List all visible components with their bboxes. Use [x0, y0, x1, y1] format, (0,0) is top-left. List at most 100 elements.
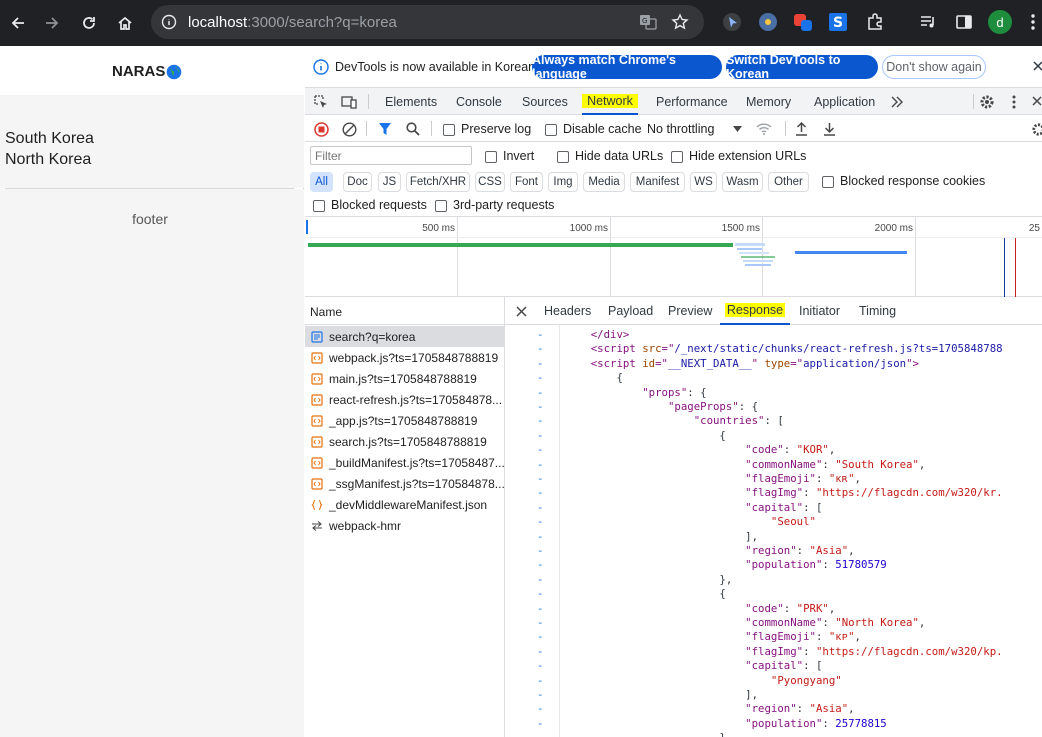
- hide-extension-urls-checkbox[interactable]: Hide extension URLs: [671, 149, 806, 163]
- request-row[interactable]: react-refresh.js?ts=170584878...: [305, 389, 504, 410]
- media-controls-icon[interactable]: [917, 11, 939, 33]
- code-token: "South Korea": [835, 457, 919, 471]
- detail-tab-headers[interactable]: Headers: [544, 297, 591, 325]
- code-line: ],: [565, 530, 758, 545]
- type-filter-media[interactable]: Media: [583, 172, 625, 192]
- invert-checkbox[interactable]: Invert: [485, 149, 534, 163]
- type-filter-all[interactable]: All: [310, 172, 333, 192]
- reload-button[interactable]: [75, 9, 103, 37]
- forward-button[interactable]: [38, 9, 66, 37]
- close-detail-icon[interactable]: [515, 305, 527, 317]
- tab-memory[interactable]: Memory: [746, 88, 791, 115]
- type-filter-js[interactable]: JS: [378, 172, 401, 192]
- home-button[interactable]: [111, 9, 139, 37]
- export-har-icon[interactable]: [821, 121, 837, 137]
- request-row[interactable]: _ssgManifest.js?ts=170584878...: [305, 473, 504, 494]
- detail-tab-initiator[interactable]: Initiator: [799, 297, 840, 325]
- extension-colorpicker-icon[interactable]: [792, 11, 814, 33]
- blocked-cookies-checkbox[interactable]: Blocked response cookies: [822, 174, 985, 188]
- type-filter-manifest[interactable]: Manifest: [630, 172, 685, 192]
- extension-cursor-icon[interactable]: [721, 11, 743, 33]
- tab-elements[interactable]: Elements: [385, 88, 437, 115]
- preserve-log-checkbox[interactable]: Preserve log: [443, 122, 531, 136]
- tab-network[interactable]: Network: [582, 88, 638, 115]
- request-row[interactable]: webpack-hmr: [305, 515, 504, 536]
- request-row[interactable]: main.js?ts=1705848788819: [305, 368, 504, 389]
- more-tabs-icon[interactable]: [889, 94, 905, 110]
- back-button[interactable]: [4, 9, 32, 37]
- type-filter-fetch[interactable]: Fetch/XHR: [406, 172, 470, 192]
- request-row[interactable]: webpack.js?ts=1705848788819: [305, 347, 504, 368]
- network-conditions-icon[interactable]: [755, 121, 773, 137]
- profile-avatar[interactable]: d: [988, 10, 1012, 34]
- code-line: {: [565, 587, 725, 602]
- gutter-marker: -: [537, 414, 544, 428]
- record-stop-icon[interactable]: [313, 121, 329, 137]
- type-filter-wasm[interactable]: Wasm: [722, 172, 763, 192]
- gutter-marker: -: [537, 659, 544, 673]
- extensions-puzzle-icon[interactable]: [864, 11, 886, 33]
- result-item[interactable]: North Korea: [5, 149, 91, 170]
- code-token: ,: [854, 472, 861, 485]
- devtools-menu-icon[interactable]: [1007, 93, 1021, 111]
- code-token: =": [790, 356, 804, 370]
- request-row[interactable]: _devMiddlewareManifest.json: [305, 494, 504, 515]
- request-row[interactable]: _app.js?ts=1705848788819: [305, 410, 504, 431]
- detail-tab-response[interactable]: Response: [720, 297, 790, 325]
- detail-tab-preview[interactable]: Preview: [668, 297, 712, 325]
- filter-input[interactable]: [310, 146, 472, 165]
- close-devtools-icon[interactable]: [1031, 94, 1042, 108]
- filter-funnel-icon[interactable]: [377, 121, 393, 137]
- divider: [785, 121, 786, 136]
- tab-sources[interactable]: Sources: [522, 88, 568, 115]
- translate-icon[interactable]: G: [639, 13, 657, 31]
- third-party-checkbox[interactable]: 3rd-party requests: [435, 198, 554, 212]
- side-panel-icon[interactable]: [953, 11, 975, 33]
- dont-show-again-button[interactable]: Don't show again: [882, 55, 986, 79]
- type-filter-font[interactable]: Font: [510, 172, 543, 192]
- result-item[interactable]: South Korea: [5, 128, 94, 149]
- response-code[interactable]: </div> <script src="/_next/static/chunks…: [561, 325, 1042, 737]
- settings-gear-icon[interactable]: [978, 93, 996, 111]
- request-row[interactable]: search?q=korea: [305, 326, 504, 347]
- match-language-button[interactable]: Always match Chrome's language: [532, 53, 722, 81]
- device-toolbar-icon[interactable]: [341, 94, 357, 110]
- tab-console[interactable]: Console: [456, 88, 502, 115]
- throttling-select[interactable]: No throttling: [647, 122, 747, 136]
- url-text[interactable]: localhost:3000/search?q=korea: [188, 14, 397, 31]
- clear-icon[interactable]: [341, 121, 357, 137]
- switch-language-button[interactable]: Switch DevTools to Korean: [726, 53, 878, 81]
- request-row[interactable]: search.js?ts=1705848788819: [305, 431, 504, 452]
- brand-logo[interactable]: NARAS: [112, 63, 182, 80]
- type-filter-doc[interactable]: Doc: [343, 172, 372, 192]
- type-filter-other[interactable]: Other: [768, 172, 809, 192]
- type-filter-img[interactable]: Img: [548, 172, 578, 192]
- code-token: "pageProps": [667, 400, 739, 413]
- tab-performance[interactable]: Performance: [656, 88, 728, 115]
- import-har-icon[interactable]: [793, 121, 809, 137]
- extension-s-icon[interactable]: S: [827, 11, 849, 33]
- name-column-header[interactable]: Name: [305, 297, 504, 325]
- extension-react-icon[interactable]: [757, 11, 779, 33]
- network-overview[interactable]: 500 ms 1000 ms 1500 ms 2000 ms 25: [305, 216, 1042, 297]
- close-infobar-icon[interactable]: [1032, 60, 1042, 72]
- inspect-element-icon[interactable]: [313, 94, 329, 110]
- gutter-marker: -: [537, 486, 544, 500]
- detail-tab-timing[interactable]: Timing: [859, 297, 896, 325]
- site-info-icon[interactable]: [161, 14, 177, 30]
- network-settings-gear-icon[interactable]: [1030, 121, 1042, 137]
- request-row[interactable]: _buildManifest.js?ts=17058487...: [305, 452, 504, 473]
- disable-cache-checkbox[interactable]: Disable cache: [545, 122, 642, 136]
- address-bar[interactable]: localhost:3000/search?q=korea G: [151, 5, 704, 39]
- hide-data-urls-checkbox[interactable]: Hide data URLs: [557, 149, 663, 163]
- bookmark-star-icon[interactable]: [671, 13, 689, 31]
- search-icon[interactable]: [405, 121, 421, 137]
- detail-tab-payload[interactable]: Payload: [608, 297, 653, 325]
- type-filter-ws[interactable]: WS: [690, 172, 717, 192]
- range-handle[interactable]: [306, 220, 308, 234]
- blocked-requests-checkbox[interactable]: Blocked requests: [313, 198, 427, 212]
- type-filter-css[interactable]: CSS: [475, 172, 505, 192]
- chrome-menu-icon[interactable]: [1022, 11, 1042, 33]
- request-bar: [739, 252, 769, 254]
- tab-application[interactable]: Application: [814, 88, 875, 115]
